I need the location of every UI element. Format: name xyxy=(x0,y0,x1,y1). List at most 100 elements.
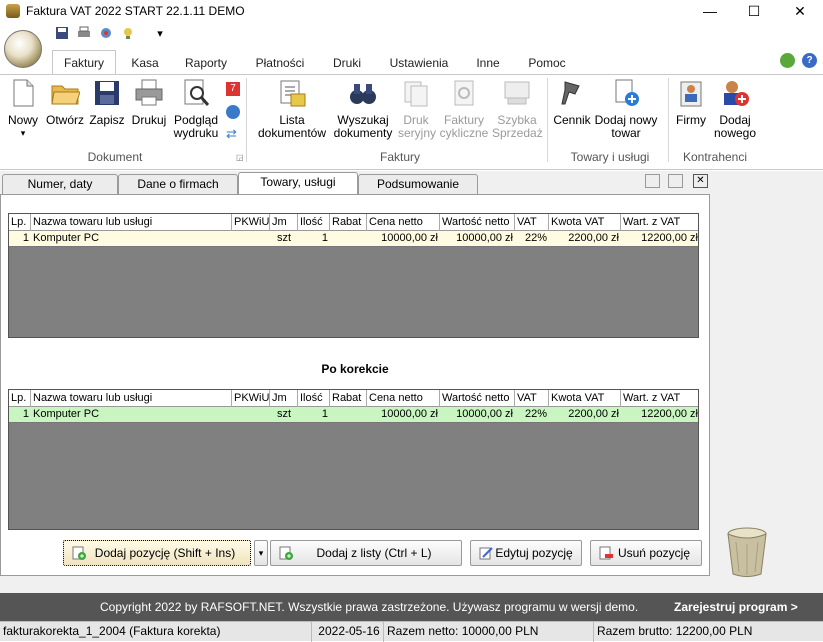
dodaj-z-listy-button[interactable]: Dodaj z listy (Ctrl + L) xyxy=(270,540,462,566)
tab-towary-uslugi[interactable]: Towary, usługi xyxy=(238,172,358,195)
email-icon[interactable] xyxy=(226,105,240,119)
tools-icon[interactable] xyxy=(98,26,114,42)
tab-platnosci[interactable]: Płatności xyxy=(248,52,312,74)
help-icon[interactable]: ? xyxy=(802,53,817,68)
dodaj-pozycje-dropdown-button[interactable]: ▾ xyxy=(254,540,268,566)
delete-icon xyxy=(599,546,613,560)
tab-pomoc[interactable]: Pomoc xyxy=(522,52,572,74)
dialog-launcher-icon[interactable]: ◲ xyxy=(236,153,244,162)
szybka-sprzedaz-button[interactable]: Szybka Sprzedaż xyxy=(492,78,543,140)
usun-pozycje-button[interactable]: Usuń pozycję xyxy=(590,540,702,566)
tab-ustawienia[interactable]: Ustawienia xyxy=(384,52,454,74)
dodaj-pozycje-button[interactable]: Dodaj pozycję (Shift + Ins) xyxy=(63,540,251,566)
dodaj-nowego-label: Dodaj nowego xyxy=(713,113,757,140)
doc-minimize-button[interactable] xyxy=(645,174,660,188)
tab-faktury[interactable]: Faktury xyxy=(52,50,116,75)
group-dokument-label: Dokument xyxy=(87,150,143,164)
drukuj-button[interactable]: Drukuj xyxy=(130,78,168,127)
minimize-button[interactable]: — xyxy=(687,0,733,22)
qat-dropdown-icon[interactable]: ▾ xyxy=(152,26,168,42)
col-lp[interactable]: Lp. xyxy=(9,214,31,231)
app-logo-button[interactable] xyxy=(4,30,42,68)
wyszukaj-label: Wyszukaj dokumenty xyxy=(333,113,393,140)
otworz-button[interactable]: Otwórz xyxy=(44,78,86,127)
tab-numer-daty[interactable]: Numer, daty xyxy=(2,174,118,194)
barcode-scanner-icon xyxy=(557,78,587,108)
druk-seryjny-button[interactable]: Druk seryjny xyxy=(398,78,436,140)
cell-jm: szt xyxy=(276,232,292,244)
edytuj-pozycje-button[interactable]: Edytuj pozycję xyxy=(470,540,582,566)
register-link[interactable]: Zarejestruj program > xyxy=(674,593,798,621)
ribbon-separator xyxy=(246,78,247,162)
nowy-label: Nowy xyxy=(7,113,38,127)
copyright-text: Copyright 2022 by RAFSOFT.NET. Wszystkie… xyxy=(100,600,639,614)
trash-bin-icon[interactable] xyxy=(726,526,768,578)
tab-podsumowanie[interactable]: Podsumowanie xyxy=(358,174,478,194)
col-lp[interactable]: Lp. xyxy=(9,390,31,407)
cash-register-icon xyxy=(502,78,532,108)
companies-icon xyxy=(676,78,706,108)
col-cena-netto[interactable]: Cena netto xyxy=(367,214,440,231)
table-row[interactable]: 1 Komputer PC szt 1 10000,00 zł 10000,00… xyxy=(9,231,698,247)
lista-dokumentow-button[interactable]: Lista dokumentów xyxy=(254,78,330,140)
dodaj-nowego-button[interactable]: Dodaj nowego xyxy=(712,78,758,140)
col-rabat[interactable]: Rabat xyxy=(330,214,367,231)
cennik-button[interactable]: Cennik xyxy=(550,78,594,127)
podglad-wydruku-button[interactable]: Podgląd wydruku xyxy=(172,78,220,140)
save-icon[interactable] xyxy=(54,26,70,42)
ribbon-separator xyxy=(668,78,669,162)
col-wart-z-vat[interactable]: Wart. z VAT xyxy=(621,390,700,407)
pdf-icon[interactable]: 7 xyxy=(226,82,240,96)
zapisz-button[interactable]: Zapisz xyxy=(88,78,126,127)
col-kwota-vat[interactable]: Kwota VAT xyxy=(549,390,621,407)
col-jm[interactable]: Jm xyxy=(270,390,298,407)
tab-kasa[interactable]: Kasa xyxy=(124,52,166,74)
szybka-sprzedaz-label: Szybka Sprzedaż xyxy=(492,113,543,140)
tab-dane-o-firmach[interactable]: Dane o firmach xyxy=(118,174,238,194)
maximize-button[interactable]: ☐ xyxy=(731,0,777,22)
wyszukaj-dokumenty-button[interactable]: Wyszukaj dokumenty xyxy=(330,78,396,140)
faktury-cykliczne-button[interactable]: Faktury cykliczne xyxy=(438,78,490,140)
recurring-invoice-icon xyxy=(449,78,479,108)
close-button[interactable]: ✕ xyxy=(777,0,823,22)
export-icon[interactable]: ⇄ xyxy=(226,127,240,141)
cell-lp: 1 xyxy=(22,232,29,244)
dodaj-nowy-towar-button[interactable]: Dodaj nowy towar xyxy=(594,78,658,140)
doc-close-button[interactable]: ✕ xyxy=(693,174,708,188)
col-kwota-vat[interactable]: Kwota VAT xyxy=(549,214,621,231)
col-pkwiu[interactable]: PKWiU xyxy=(232,214,270,231)
firmy-label: Firmy xyxy=(676,113,706,127)
tab-inne[interactable]: Inne xyxy=(468,52,508,74)
col-vat[interactable]: VAT xyxy=(515,390,549,407)
col-nazwa[interactable]: Nazwa towaru lub usługi xyxy=(31,390,232,407)
col-rabat[interactable]: Rabat xyxy=(330,390,367,407)
bulb-icon[interactable] xyxy=(120,26,136,42)
col-ilosc[interactable]: Ilość xyxy=(298,390,330,407)
items-grid-before[interactable]: Lp. Nazwa towaru lub usługi PKWiU Jm Ilo… xyxy=(8,213,699,338)
nowy-button[interactable]: Nowy ▾ xyxy=(4,78,42,140)
cell-kwota-vat: 2200,00 zł xyxy=(568,232,619,244)
group-kontrahenci-label: Kontrahenci xyxy=(682,150,748,164)
col-pkwiu[interactable]: PKWiU xyxy=(232,390,270,407)
doc-maximize-button[interactable] xyxy=(668,174,683,188)
tab-raporty[interactable]: Raporty xyxy=(178,52,234,74)
col-jm[interactable]: Jm xyxy=(270,214,298,231)
col-cena-netto[interactable]: Cena netto xyxy=(367,390,440,407)
col-vat[interactable]: VAT xyxy=(515,214,549,231)
items-grid-after[interactable]: Lp. Nazwa towaru lub usługi PKWiU Jm Ilo… xyxy=(8,389,699,530)
col-wart-z-vat[interactable]: Wart. z VAT xyxy=(621,214,700,231)
cennik-label: Cennik xyxy=(553,113,591,127)
nowy-dropdown-icon[interactable]: ▾ xyxy=(4,127,42,140)
binoculars-icon xyxy=(348,78,378,108)
col-wartosc-netto[interactable]: Wartość netto xyxy=(440,214,515,231)
cell-rabat xyxy=(330,231,367,246)
grid-header: Lp. Nazwa towaru lub usługi PKWiU Jm Ilo… xyxy=(9,214,698,231)
col-ilosc[interactable]: Ilość xyxy=(298,214,330,231)
table-row[interactable]: 1 Komputer PC szt 1 10000,00 zł 10000,00… xyxy=(9,407,698,423)
col-wartosc-netto[interactable]: Wartość netto xyxy=(440,390,515,407)
tab-druki[interactable]: Druki xyxy=(326,52,368,74)
col-nazwa[interactable]: Nazwa towaru lub usługi xyxy=(31,214,232,231)
print-icon[interactable] xyxy=(76,26,92,42)
online-icon[interactable] xyxy=(780,53,795,68)
firmy-button[interactable]: Firmy xyxy=(672,78,710,127)
